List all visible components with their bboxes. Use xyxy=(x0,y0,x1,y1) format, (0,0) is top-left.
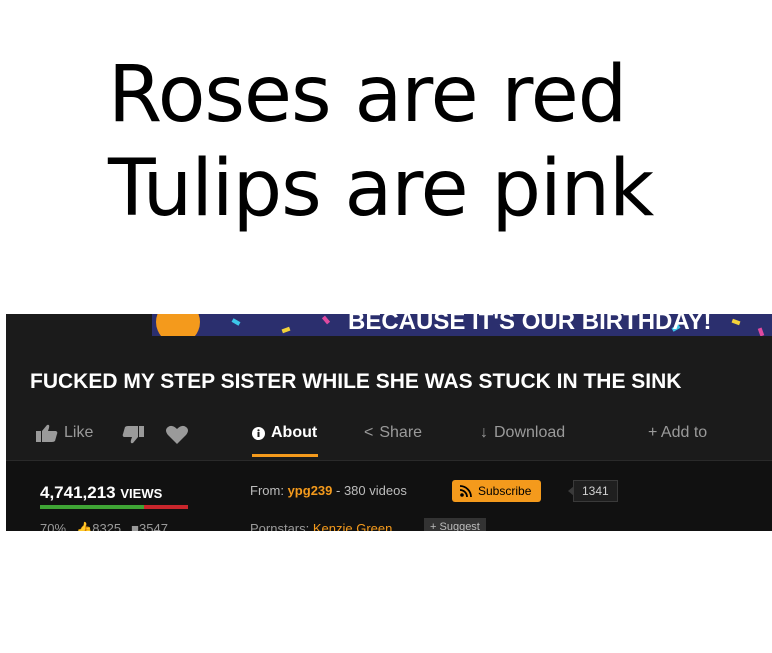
uploader-link[interactable]: ypg239 xyxy=(288,483,333,498)
confetti xyxy=(321,315,331,325)
about-label: About xyxy=(271,424,318,441)
confetti xyxy=(757,327,765,336)
from-label: From: xyxy=(250,483,284,498)
birthday-banner[interactable]: BECAUSE IT'S OUR BIRTHDAY! xyxy=(152,314,772,336)
add-to-label: + Add to xyxy=(648,424,708,441)
tab-add-to[interactable]: + Add to xyxy=(648,424,707,442)
uploader-info: From: ypg239 - 380 videos xyxy=(250,483,407,498)
confetti xyxy=(281,326,291,334)
thumbs-up-icon xyxy=(36,424,58,442)
heart-icon xyxy=(166,425,188,444)
download-arrow-icon: ↓ xyxy=(480,424,488,441)
like-button[interactable]: Like xyxy=(36,424,93,442)
views-label: VIEWS xyxy=(120,486,163,501)
suggest-button[interactable]: + Suggest xyxy=(424,518,486,531)
share-icon: < xyxy=(364,424,374,441)
meme-text: Roses are red Tulips are pink xyxy=(108,48,654,236)
tab-share[interactable]: < Share xyxy=(364,424,422,442)
like-label: Like xyxy=(64,424,94,441)
view-count: 4,741,213 VIEWS xyxy=(40,483,162,503)
rating-bar xyxy=(40,505,188,509)
subscribe-button[interactable]: Subscribe xyxy=(452,480,542,502)
thumbs-down-icon xyxy=(122,426,144,444)
suggest-label: Suggest xyxy=(439,521,480,531)
video-info-panel: 4,741,213 VIEWS 70% 👍8325 ■3547 From: yp… xyxy=(6,461,772,531)
pornstar-link[interactable]: Kenzie Green xyxy=(313,521,393,531)
pornstars-label: Pornstars: xyxy=(250,521,310,531)
video-count: - 380 videos xyxy=(336,483,407,498)
likes-count: 👍8325 xyxy=(76,521,122,531)
tab-download[interactable]: ↓ Download xyxy=(480,424,565,442)
rating-row: 70% 👍8325 ■3547 xyxy=(40,521,168,531)
plus-icon: + xyxy=(430,521,437,531)
tab-about[interactable]: About xyxy=(252,424,317,442)
download-label: Download xyxy=(494,424,566,441)
favorite-button[interactable] xyxy=(166,425,188,444)
confetti xyxy=(731,318,741,326)
subscribe-label: Subscribe xyxy=(478,484,532,498)
rss-icon xyxy=(460,485,472,497)
views-number: 4,741,213 xyxy=(40,483,116,502)
share-label: Share xyxy=(379,424,423,441)
info-icon xyxy=(252,426,265,440)
banner-text: BECAUSE IT'S OUR BIRTHDAY! xyxy=(348,314,712,335)
meme-line-2: Tulips are pink xyxy=(108,144,654,234)
confetti xyxy=(231,318,241,326)
video-title: FUCKED MY STEP SISTER WHILE SHE WAS STUC… xyxy=(30,370,682,393)
subscriber-count: 1341 xyxy=(568,480,618,502)
balloon-graphic xyxy=(156,314,200,336)
meme-line-1: Roses are red xyxy=(108,50,627,140)
video-page-screenshot: BECAUSE IT'S OUR BIRTHDAY! FUCKED MY STE… xyxy=(6,314,772,531)
rating-bar-fill xyxy=(40,505,144,509)
dislike-button[interactable] xyxy=(122,426,144,444)
video-actions-bar: Like About < Share ↓ Download + Add to xyxy=(6,418,772,458)
pornstars-row: Pornstars: Kenzie Green xyxy=(250,521,392,531)
active-tab-indicator xyxy=(252,454,318,457)
rating-percent: 70% xyxy=(40,521,67,531)
dislikes-count: ■3547 xyxy=(131,521,168,531)
